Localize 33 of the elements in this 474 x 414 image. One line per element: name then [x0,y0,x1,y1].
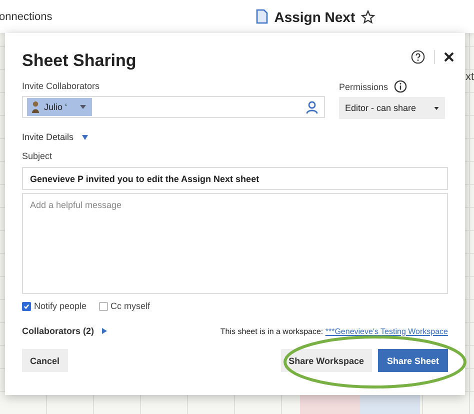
collaborators-toggle[interactable]: Collaborators (2) [22,326,108,336]
avatar-icon [31,101,40,113]
collaborators-input[interactable]: Julio ‘ [22,96,325,118]
cancel-button[interactable]: Cancel [22,349,68,372]
checkbox[interactable] [22,302,31,310]
field-label: Subject [22,151,54,161]
checkbox-label: Notify people [34,301,87,311]
person-icon[interactable] [306,100,318,114]
sheet-title: Assign Next [274,8,356,24]
caret-icon [102,328,108,334]
column-header-text: xt [465,71,474,83]
workspace-link[interactable]: ***Genevieve's Testing Workspace [325,326,448,336]
star-icon[interactable] [361,10,376,24]
sheet-icon [256,9,268,24]
share-sheet-button[interactable]: Share Sheet [378,349,448,372]
field-label: Invite Collaborators [22,81,101,91]
collaborator-chip[interactable]: Julio ‘ [27,98,92,116]
share-workspace-button[interactable]: Share Workspace [280,349,372,372]
message-field[interactable]: Add a helpful message [22,193,448,294]
dialog-title: Sheet Sharing [22,51,136,71]
field-label: Permissions [339,82,388,92]
invite-details-toggle[interactable]: Invite Details [22,132,88,142]
workspace-note: This sheet is in a workspace: ***Genevieve's Testing Workspace [220,326,448,336]
help-icon[interactable] [411,50,425,64]
caret-icon [82,134,88,140]
permissions-dropdown[interactable]: Editor - can share [339,97,445,119]
subject-field[interactable]: Genevieve P invited you to edit the Assign Next sheet [22,167,448,190]
checkbox-label: Cc myself [110,301,150,311]
caret-icon [80,105,86,109]
close-icon[interactable] [444,52,454,62]
caret-icon [434,106,439,110]
info-icon[interactable] [394,80,408,93]
checkbox[interactable] [98,302,108,310]
